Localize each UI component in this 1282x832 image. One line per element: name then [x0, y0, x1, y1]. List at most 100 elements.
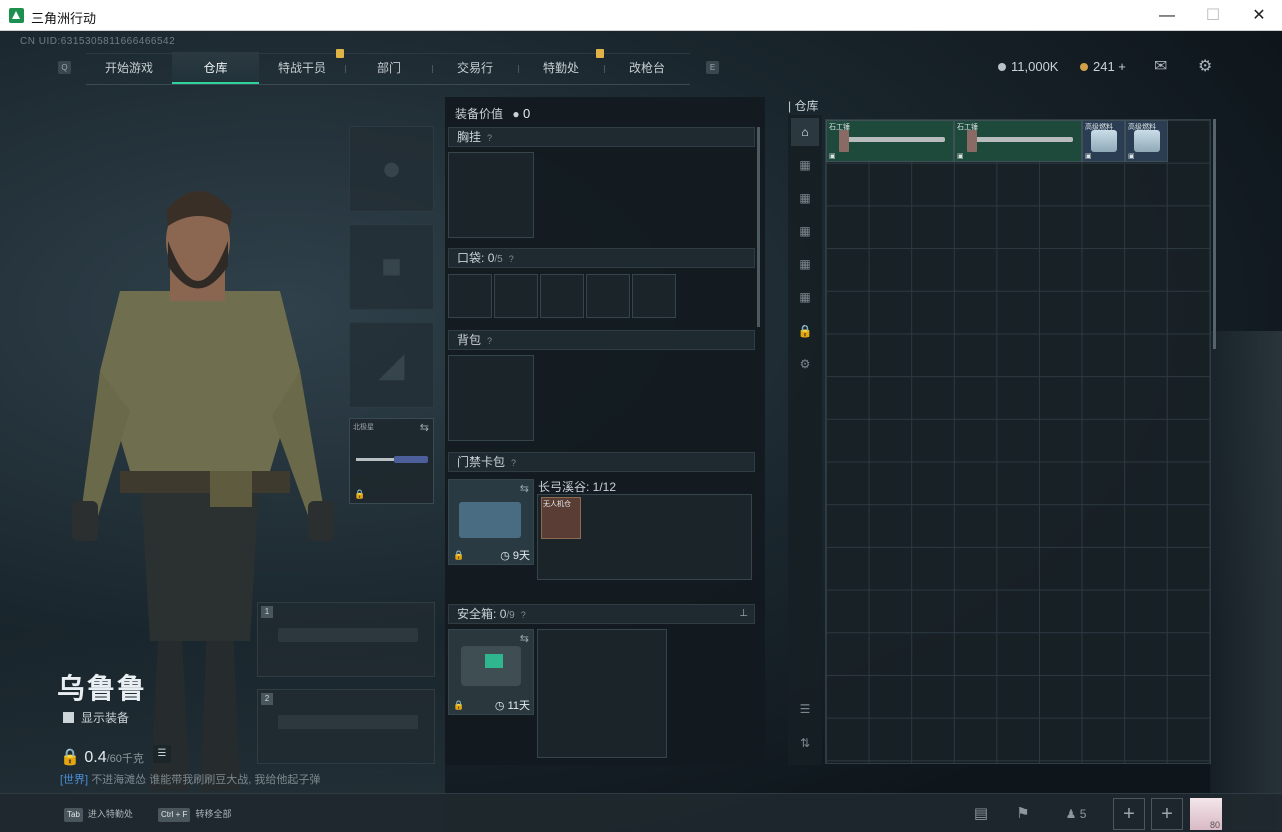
warehouse-item[interactable]: 高级燃料 ▣ [1125, 120, 1168, 162]
pocket-slot[interactable] [632, 274, 676, 318]
warehouse-item[interactable]: 石工锤 ▣ [954, 120, 1082, 162]
safebox-max: /9 [506, 610, 515, 621]
warehouse-tab-2[interactable]: ▦ [791, 184, 819, 212]
pin-icon[interactable]: ⊥ [739, 605, 748, 623]
warehouse-item[interactable]: 石工锤 ▣ [826, 120, 954, 162]
chest-rig-header: 胸挂? [448, 127, 755, 147]
coin-display[interactable]: 241 + [1080, 59, 1126, 74]
hint-special-ops[interactable]: Tab 进入特勤处 [64, 804, 133, 824]
weight-max: /60千克 [106, 753, 144, 765]
backpack-slot[interactable] [448, 355, 534, 441]
layers-icon[interactable]: ☰ [791, 695, 819, 723]
background-haze [1210, 331, 1282, 831]
flag-icon[interactable]: ⚑ [1008, 800, 1038, 828]
key-card-item[interactable]: 无人机仓 [541, 497, 581, 539]
lock-icon: 🔒 [453, 700, 465, 710]
pocket-slot[interactable] [494, 274, 538, 318]
melee-label: 北极星 [353, 424, 374, 431]
pockets-header: 口袋: 0/5? [448, 248, 755, 268]
pocket-slot[interactable] [448, 274, 492, 318]
help-icon[interactable]: ? [521, 610, 526, 620]
pistol-icon: ◢ [378, 346, 405, 384]
swap-icon[interactable]: ⇆ [520, 482, 529, 495]
chest-rig-label: 胸挂 [457, 130, 482, 144]
safebox-slot[interactable]: ⇆ 🔒 ◷ 11天 [448, 629, 534, 715]
tab-special-ops[interactable]: 特勤处 [518, 52, 604, 84]
stats-icon[interactable]: ▤ [966, 800, 996, 828]
warehouse-tab-3[interactable]: ▦ [791, 217, 819, 245]
equipment-value-number: 0 [522, 106, 531, 121]
warehouse-scrollbar[interactable] [1213, 119, 1216, 349]
tab-trading[interactable]: 交易行 [432, 52, 518, 84]
minimize-button[interactable]: — [1144, 0, 1190, 31]
helmet-slot[interactable]: ● [349, 126, 434, 212]
friends-count: 5 [1079, 807, 1087, 821]
tab-gunsmith[interactable]: 改枪台 [604, 52, 690, 84]
special-ops-badge [596, 49, 604, 58]
world-chat[interactable]: [世界] 不进海滩怂 谁能带我刷刷豆大战, 我给他起子弹 [60, 771, 320, 787]
sort-icon[interactable]: ⇅ [791, 729, 819, 757]
checkbox[interactable] [63, 712, 74, 723]
tab-department[interactable]: 部门 [346, 52, 432, 84]
pocket-slot[interactable] [586, 274, 630, 318]
money-icon [998, 63, 1006, 71]
swap-icon[interactable]: ⇆ [520, 632, 529, 645]
mail-icon[interactable]: ✉ [1154, 56, 1167, 76]
add-teammate-button[interactable]: + [1151, 798, 1183, 830]
keycase-slot[interactable]: ⇆ 🔒 ◷ 9天 [448, 479, 534, 565]
hint-transfer-all[interactable]: Ctrl + F 转移全部 [158, 804, 231, 824]
locked-tab-lock-icon[interactable]: 🔒 [791, 317, 819, 345]
tab-start-game[interactable]: 开始游戏 [86, 52, 172, 84]
help-icon[interactable]: ? [511, 458, 516, 468]
pocket-slot[interactable] [540, 274, 584, 318]
help-icon[interactable]: ? [509, 254, 514, 264]
warehouse-settings-icon[interactable]: ⚙ [791, 350, 819, 378]
keycase-days: 9天 [512, 550, 530, 562]
nav-next-key[interactable]: E [706, 61, 719, 74]
coin-icon: ● [512, 107, 520, 121]
show-equipment-toggle[interactable]: 显示装备 [63, 709, 129, 726]
rifle-placeholder-icon [278, 715, 418, 729]
lock-icon: 🔒 [60, 749, 80, 766]
player-avatar[interactable]: 80 [1190, 798, 1222, 830]
key-hint: Ctrl + F [158, 808, 191, 822]
help-icon[interactable]: ? [487, 133, 492, 143]
backpack-label: 背包 [457, 333, 482, 347]
pockets-label: 口袋: [457, 251, 485, 265]
tab-warehouse[interactable]: 仓库 [172, 52, 259, 84]
nav-prev-key[interactable]: Q [58, 61, 71, 74]
chat-message: 不进海滩怂 谁能带我刷刷豆大战, 我给他起子弹 [91, 774, 321, 786]
maximize-button[interactable]: ☐ [1190, 0, 1236, 31]
swap-icon[interactable]: ⇆ [420, 421, 429, 434]
warehouse-tab-1[interactable]: ▦ [791, 151, 819, 179]
chat-channel: [世界] [60, 774, 89, 786]
warehouse-grid[interactable]: 石工锤 ▣ 石工锤 ▣ 高级燃料 ▣ 高级燃料 ▣ [825, 119, 1211, 764]
warehouse-tab-5[interactable]: ▦ [791, 283, 819, 311]
list-icon[interactable]: ☰ [153, 745, 171, 763]
close-button[interactable]: ✕ [1236, 0, 1282, 31]
tab-operators[interactable]: 特战干员 [259, 52, 345, 84]
melee-slot[interactable]: 北极星 ⇆ 🔒 [349, 418, 434, 504]
warehouse-item[interactable]: 高级燃料 ▣ [1082, 120, 1125, 162]
warehouse-all-tab[interactable]: ⌂ [791, 118, 819, 146]
safebox-grid[interactable] [537, 629, 667, 758]
chest-rig-slot[interactable] [448, 152, 534, 238]
plus-icon: + [1161, 803, 1173, 825]
operators-badge [336, 49, 344, 58]
safebox-timer: ◷ 11天 [494, 700, 530, 712]
add-teammate-button[interactable]: + [1113, 798, 1145, 830]
keycase-header: 门禁卡包? [448, 452, 755, 472]
armor-slot[interactable]: ■ [349, 224, 434, 310]
primary-weapon-slot[interactable]: 1 [257, 602, 435, 677]
item-tag-icon: ▣ [1128, 153, 1135, 160]
friends-button[interactable]: ♟ 5 [1056, 800, 1096, 828]
plus-icon: + [1123, 803, 1135, 825]
helmet-icon: ● [381, 149, 402, 188]
help-icon[interactable]: ? [487, 336, 492, 346]
secondary-weapon-slot[interactable]: 2 [257, 689, 435, 764]
settings-icon[interactable]: ⚙ [1198, 56, 1212, 76]
loadout-scrollbar[interactable] [757, 127, 760, 327]
keycase-grid[interactable]: 无人机仓 [537, 494, 752, 580]
pistol-slot[interactable]: ◢ [349, 322, 434, 408]
warehouse-tab-4[interactable]: ▦ [791, 250, 819, 278]
